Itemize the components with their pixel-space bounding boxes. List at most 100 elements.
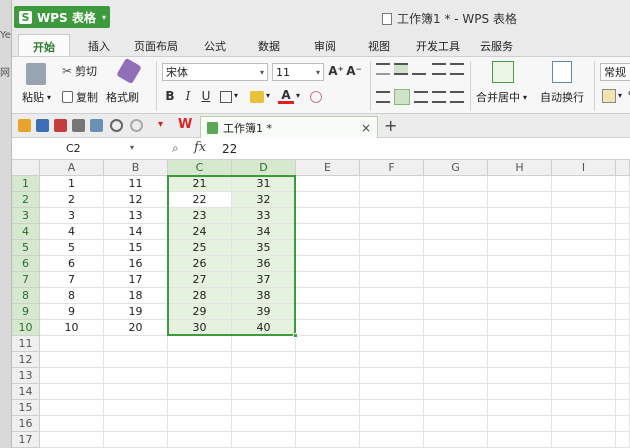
cell-f12[interactable] — [360, 352, 424, 368]
cell-d4[interactable]: 34 — [232, 224, 296, 240]
shrink-font-button[interactable]: A⁻ — [346, 64, 362, 78]
column-header-h[interactable]: H — [488, 160, 552, 176]
cell-f15[interactable] — [360, 400, 424, 416]
cell-i9[interactable] — [552, 304, 616, 320]
cell-h11[interactable] — [488, 336, 552, 352]
cell-f3[interactable] — [360, 208, 424, 224]
cell-d2[interactable]: 32 — [232, 192, 296, 208]
print-icon[interactable] — [72, 119, 85, 132]
cell-c16[interactable] — [168, 416, 232, 432]
cell-e6[interactable] — [296, 256, 360, 272]
cell-c4[interactable]: 24 — [168, 224, 232, 240]
wrap-text-icon[interactable] — [552, 61, 572, 83]
tab-page-layout[interactable]: 页面布局 — [134, 38, 178, 54]
cell-b13[interactable] — [104, 368, 168, 384]
grow-font-button[interactable]: A⁺ — [328, 64, 344, 78]
merge-center-button[interactable]: 合并居中 ▾ — [476, 89, 527, 105]
format-painter-icon[interactable] — [116, 57, 142, 85]
indent-decrease-icon[interactable] — [432, 63, 446, 75]
justify-icon[interactable] — [432, 91, 446, 103]
undo-icon[interactable] — [110, 119, 123, 132]
cell-a8[interactable]: 8 — [40, 288, 104, 304]
copy-button[interactable]: 复制 — [62, 89, 98, 105]
print-preview-icon[interactable] — [90, 119, 103, 132]
align-center-icon[interactable] — [394, 89, 410, 105]
cell-i2[interactable] — [552, 192, 616, 208]
cell-c14[interactable] — [168, 384, 232, 400]
cell-g12[interactable] — [424, 352, 488, 368]
document-tab[interactable]: 工作簿1 * × — [200, 116, 378, 138]
cell-g1[interactable] — [424, 176, 488, 192]
cell-a12[interactable] — [40, 352, 104, 368]
cell-d15[interactable] — [232, 400, 296, 416]
font-size-select[interactable]: 11 ▾ — [272, 63, 324, 81]
row-header-2[interactable]: 2 — [12, 192, 40, 208]
column-header-i[interactable]: I — [552, 160, 616, 176]
formula-input[interactable]: 22 — [222, 142, 237, 156]
cell-a13[interactable] — [40, 368, 104, 384]
cell-f9[interactable] — [360, 304, 424, 320]
cell-h14[interactable] — [488, 384, 552, 400]
tab-review[interactable]: 审阅 — [314, 38, 336, 54]
cell-g4[interactable] — [424, 224, 488, 240]
cell-e17[interactable] — [296, 432, 360, 448]
row-header-16[interactable]: 16 — [12, 416, 40, 432]
cell-i6[interactable] — [552, 256, 616, 272]
number-format-select[interactable]: 常规 — [600, 63, 630, 81]
cell-e16[interactable] — [296, 416, 360, 432]
cell-i1[interactable] — [552, 176, 616, 192]
zoom-icon[interactable]: ⌕ — [172, 141, 179, 156]
align-top-icon[interactable] — [376, 63, 390, 75]
cell-d7[interactable]: 37 — [232, 272, 296, 288]
cell-d17[interactable] — [232, 432, 296, 448]
insert-function-button[interactable]: fx — [194, 140, 206, 155]
cell-i12[interactable] — [552, 352, 616, 368]
cell-h2[interactable] — [488, 192, 552, 208]
cell-a14[interactable] — [40, 384, 104, 400]
cell-a6[interactable]: 6 — [40, 256, 104, 272]
cell-i8[interactable] — [552, 288, 616, 304]
cell-b7[interactable]: 17 — [104, 272, 168, 288]
cell-g5[interactable] — [424, 240, 488, 256]
align-bottom-icon[interactable] — [412, 63, 426, 75]
cell-b12[interactable] — [104, 352, 168, 368]
cell-g6[interactable] — [424, 256, 488, 272]
cell-a1[interactable]: 1 — [40, 176, 104, 192]
cell-g9[interactable] — [424, 304, 488, 320]
fill-handle[interactable] — [293, 333, 298, 338]
cell-a4[interactable]: 4 — [40, 224, 104, 240]
row-header-12[interactable]: 12 — [12, 352, 40, 368]
cell-i3[interactable] — [552, 208, 616, 224]
cell-d16[interactable] — [232, 416, 296, 432]
cell-h10[interactable] — [488, 320, 552, 336]
row-header-5[interactable]: 5 — [12, 240, 40, 256]
distributed-icon[interactable] — [450, 91, 464, 103]
cell-a10[interactable]: 10 — [40, 320, 104, 336]
tab-insert[interactable]: 插入 — [88, 38, 110, 54]
cell-a9[interactable]: 9 — [40, 304, 104, 320]
italic-button[interactable]: I — [180, 89, 196, 103]
cell-c11[interactable] — [168, 336, 232, 352]
cell-b1[interactable]: 11 — [104, 176, 168, 192]
cell-i11[interactable] — [552, 336, 616, 352]
cell-d3[interactable]: 33 — [232, 208, 296, 224]
cell-a7[interactable]: 7 — [40, 272, 104, 288]
cell-f2[interactable] — [360, 192, 424, 208]
cell-b2[interactable]: 12 — [104, 192, 168, 208]
cell-b16[interactable] — [104, 416, 168, 432]
column-header-f[interactable]: F — [360, 160, 424, 176]
cell-d1[interactable]: 31 — [232, 176, 296, 192]
cell-a16[interactable] — [40, 416, 104, 432]
cell-c12[interactable] — [168, 352, 232, 368]
cell-e8[interactable] — [296, 288, 360, 304]
cell-i10[interactable] — [552, 320, 616, 336]
cell-e2[interactable] — [296, 192, 360, 208]
cell-f6[interactable] — [360, 256, 424, 272]
cell-h12[interactable] — [488, 352, 552, 368]
cell-h17[interactable] — [488, 432, 552, 448]
paste-icon[interactable] — [26, 63, 46, 85]
cell-b8[interactable]: 18 — [104, 288, 168, 304]
cell-c15[interactable] — [168, 400, 232, 416]
cell-e12[interactable] — [296, 352, 360, 368]
row-header-10[interactable]: 10 — [12, 320, 40, 336]
